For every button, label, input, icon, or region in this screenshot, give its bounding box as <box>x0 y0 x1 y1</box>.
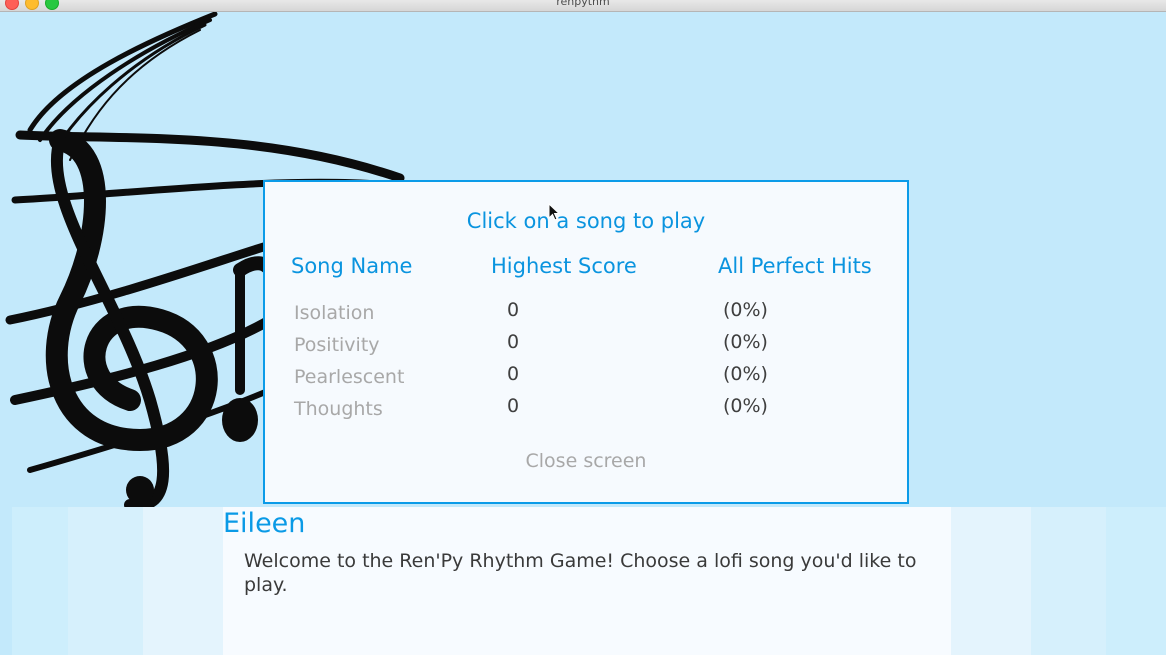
header-highest-score: Highest Score <box>491 254 637 278</box>
song-name[interactable]: Pearlescent <box>294 366 404 388</box>
strip-panel <box>143 507 223 655</box>
song-perfect-hits: (0%) <box>723 331 768 353</box>
song-name[interactable]: Isolation <box>294 302 374 324</box>
song-perfect-hits: (0%) <box>723 395 768 417</box>
strip-panel <box>68 507 143 655</box>
strip-panel <box>951 507 1031 655</box>
strip-panel <box>12 507 68 655</box>
strip-panel <box>1031 507 1106 655</box>
modal-title: Click on a song to play <box>466 209 706 233</box>
song-score: 0 <box>507 395 520 417</box>
song-row[interactable]: Isolation 0 (0%) <box>265 299 907 331</box>
window-title: renpythm <box>556 0 610 8</box>
song-perfect-hits: (0%) <box>723 299 768 321</box>
song-row[interactable]: Pearlescent 0 (0%) <box>265 363 907 395</box>
header-all-perfect-hits: All Perfect Hits <box>718 254 872 278</box>
speaker-name: Eileen <box>223 508 306 539</box>
game-window: renpythm Eileen Welcome to the Ren'Py Rh… <box>0 0 1166 655</box>
dialogue-text: Welcome to the Ren'Py Rhythm Game! Choos… <box>244 550 917 596</box>
song-score: 0 <box>507 331 520 353</box>
song-score: 0 <box>507 299 520 321</box>
header-song-name: Song Name <box>291 254 413 278</box>
strip-panel <box>1106 507 1166 655</box>
song-row[interactable]: Positivity 0 (0%) <box>265 331 907 363</box>
song-perfect-hits: (0%) <box>723 363 768 385</box>
song-row[interactable]: Thoughts 0 (0%) <box>265 395 907 427</box>
song-score: 0 <box>507 363 520 385</box>
song-select-modal: Click on a song to play Song Name Highes… <box>263 180 909 504</box>
close-screen-button[interactable]: Close screen <box>265 450 907 472</box>
mouse-cursor-icon <box>548 203 560 221</box>
song-name[interactable]: Thoughts <box>294 398 383 420</box>
title-bar: renpythm <box>0 0 1166 12</box>
song-name[interactable]: Positivity <box>294 334 380 356</box>
